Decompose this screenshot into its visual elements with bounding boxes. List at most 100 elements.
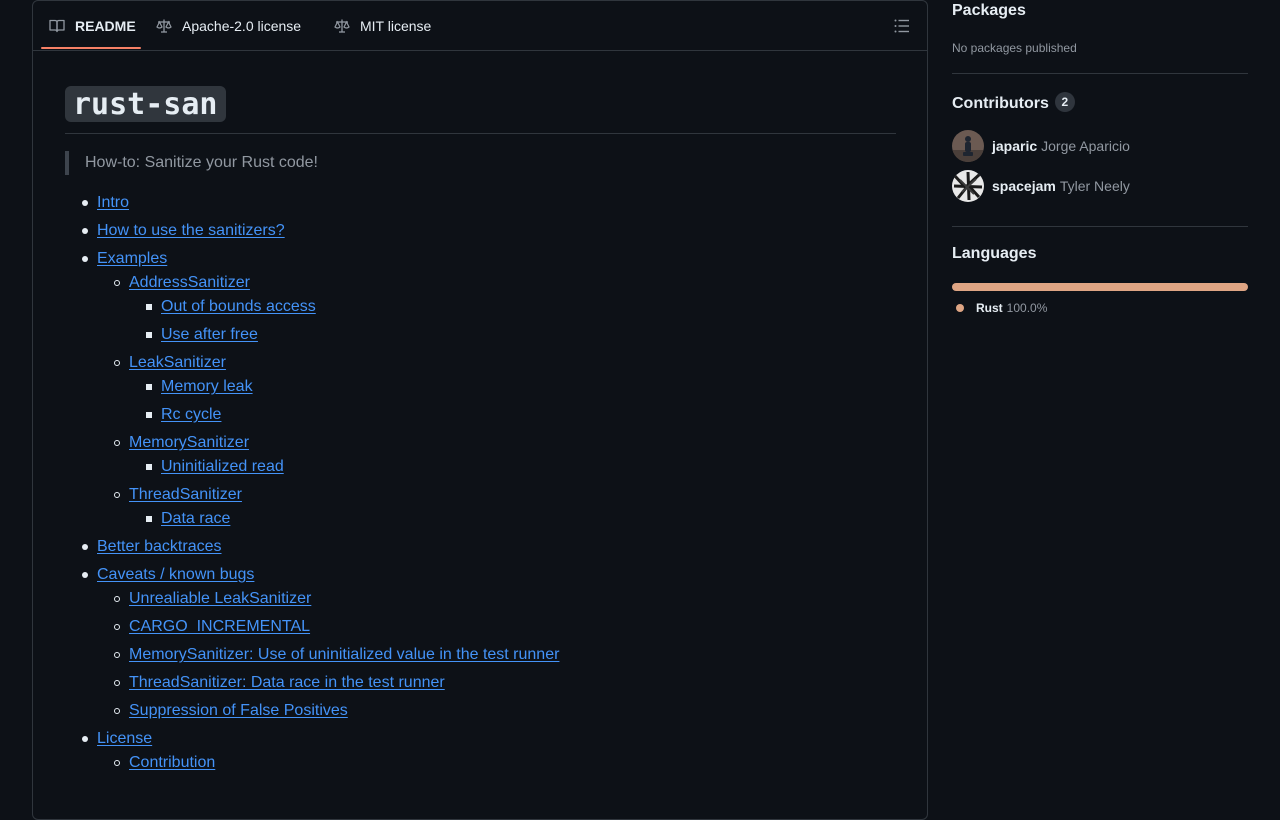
- toc-link[interactable]: AddressSanitizer: [129, 274, 250, 291]
- list-bullet: [137, 403, 161, 427]
- tab-apache-license[interactable]: Apache-2.0 license: [156, 1, 301, 51]
- toc-list-item: Contribution: [105, 751, 215, 775]
- toc-list-item: Use after free: [137, 323, 258, 347]
- active-tab-underline: [41, 47, 141, 49]
- list-bullet: [73, 563, 97, 587]
- toc-list-item: Out of bounds access: [137, 295, 316, 319]
- toc-list-item: CARGO_INCREMENTAL: [105, 615, 310, 639]
- contributor-login: spacejam: [992, 178, 1056, 194]
- list-bullet: [105, 483, 129, 507]
- toc-list-item: Suppression of False Positives: [105, 699, 348, 723]
- toc-list-item: AddressSanitizer: [105, 271, 250, 295]
- toc-link[interactable]: Suppression of False Positives: [129, 702, 348, 719]
- language-percent: 100.0%: [1006, 301, 1048, 315]
- language-bar: [952, 283, 1248, 291]
- list-bullet: [137, 507, 161, 531]
- list-bullet: [105, 431, 129, 455]
- toc-link[interactable]: Caveats / known bugs: [97, 566, 254, 583]
- toc-list-item: Rc cycle: [137, 403, 221, 427]
- list-bullet: [73, 191, 97, 215]
- list-bullet: [105, 671, 129, 695]
- packages-heading[interactable]: Packages: [952, 2, 1026, 20]
- toc-list-item: How to use the sanitizers?: [73, 219, 285, 243]
- toc-link[interactable]: Data race: [161, 510, 230, 527]
- list-bullet: [137, 323, 161, 347]
- contributor-login: japaric: [992, 138, 1038, 154]
- toc-link[interactable]: Intro: [97, 194, 129, 211]
- toc-link[interactable]: Better backtraces: [97, 538, 222, 555]
- tab-readme-label: README: [75, 18, 136, 34]
- toc-link[interactable]: ThreadSanitizer: [129, 486, 242, 503]
- readme-title: rust-san: [65, 86, 226, 122]
- toc-list-item: Caveats / known bugs: [73, 563, 254, 587]
- list-bullet: [105, 351, 129, 375]
- toc-link[interactable]: Unrealiable LeakSanitizer: [129, 590, 311, 607]
- list-bullet: [105, 615, 129, 639]
- toc-link[interactable]: How to use the sanitizers?: [97, 222, 285, 239]
- toc-list-item: Unrealiable LeakSanitizer: [105, 587, 311, 611]
- list-bullet: [137, 455, 161, 479]
- list-bullet: [137, 375, 161, 399]
- list-bullet: [137, 295, 161, 319]
- toc-link[interactable]: Out of bounds access: [161, 298, 316, 315]
- contributors-heading-label: Contributors: [952, 95, 1049, 112]
- outline-list-icon[interactable]: [893, 17, 911, 35]
- toc-link[interactable]: ThreadSanitizer: Data race in the test r…: [129, 674, 445, 691]
- toc-link[interactable]: Memory leak: [161, 378, 253, 395]
- toc-list-item: Examples: [73, 247, 167, 271]
- toc-list-item: ThreadSanitizer: [105, 483, 242, 507]
- list-bullet: [73, 247, 97, 271]
- tab-readme[interactable]: README: [49, 1, 136, 51]
- tab-apache-license-label: Apache-2.0 license: [182, 18, 302, 34]
- toc-link[interactable]: MemorySanitizer: [129, 434, 249, 451]
- law-icon: [334, 18, 350, 34]
- book-icon: [49, 18, 65, 34]
- toc-link[interactable]: MemorySanitizer: Use of uninitialized va…: [129, 646, 559, 663]
- list-bullet: [105, 751, 129, 775]
- language-bar-rust: [952, 283, 1248, 291]
- contributor-japaric[interactable]: japaric Jorge Aparicio: [952, 130, 1130, 162]
- list-bullet: [105, 643, 129, 667]
- law-icon: [156, 18, 172, 34]
- sidebar-divider: [952, 73, 1248, 74]
- rust-color-dot: [956, 304, 964, 312]
- list-bullet: [73, 535, 97, 559]
- contributors-heading[interactable]: Contributors 2: [952, 92, 1075, 113]
- contributor-spacejam[interactable]: spacejam Tyler Neely: [952, 170, 1130, 202]
- avatar: [952, 170, 984, 202]
- language-name: Rust: [976, 301, 1003, 315]
- readme-tabbar: README Apache-2.0 license MIT license: [33, 1, 927, 51]
- readme-blockquote: How-to: Sanitize your Rust code!: [65, 151, 318, 175]
- packages-empty-text: No packages published: [952, 41, 1077, 55]
- toc-link[interactable]: Use after free: [161, 326, 258, 343]
- readme-title-row: rust-san: [65, 86, 896, 134]
- toc-list-item: Better backtraces: [73, 535, 222, 559]
- languages-heading: Languages: [952, 245, 1037, 262]
- toc-list-item: Uninitialized read: [137, 455, 284, 479]
- list-bullet: [105, 587, 129, 611]
- sidebar-divider: [952, 226, 1248, 227]
- contributor-name: Jorge Aparicio: [1041, 138, 1130, 154]
- toc-list-item: Memory leak: [137, 375, 253, 399]
- toc-link[interactable]: CARGO_INCREMENTAL: [129, 618, 310, 635]
- toc-list-item: LeakSanitizer: [105, 351, 226, 375]
- tab-mit-license-label: MIT license: [360, 18, 432, 34]
- toc-list-item: MemorySanitizer: [105, 431, 249, 455]
- avatar: [952, 130, 984, 162]
- language-rust[interactable]: Rust 100.0%: [952, 299, 1047, 317]
- list-bullet: [105, 699, 129, 723]
- toc-link[interactable]: Examples: [97, 250, 167, 267]
- toc-link[interactable]: LeakSanitizer: [129, 354, 226, 371]
- toc-link[interactable]: Contribution: [129, 754, 215, 771]
- toc-link[interactable]: License: [97, 730, 152, 747]
- toc-link[interactable]: Rc cycle: [161, 406, 221, 423]
- tab-mit-license[interactable]: MIT license: [334, 1, 431, 51]
- list-bullet: [73, 219, 97, 243]
- toc-list-item: Intro: [73, 191, 129, 215]
- toc-list-item: ThreadSanitizer: Data race in the test r…: [105, 671, 445, 695]
- toc-link[interactable]: Uninitialized read: [161, 458, 284, 475]
- readme-panel: README Apache-2.0 license MIT license ru…: [32, 0, 928, 820]
- list-bullet: [73, 727, 97, 751]
- contributor-name: Tyler Neely: [1059, 178, 1130, 194]
- list-bullet: [105, 271, 129, 295]
